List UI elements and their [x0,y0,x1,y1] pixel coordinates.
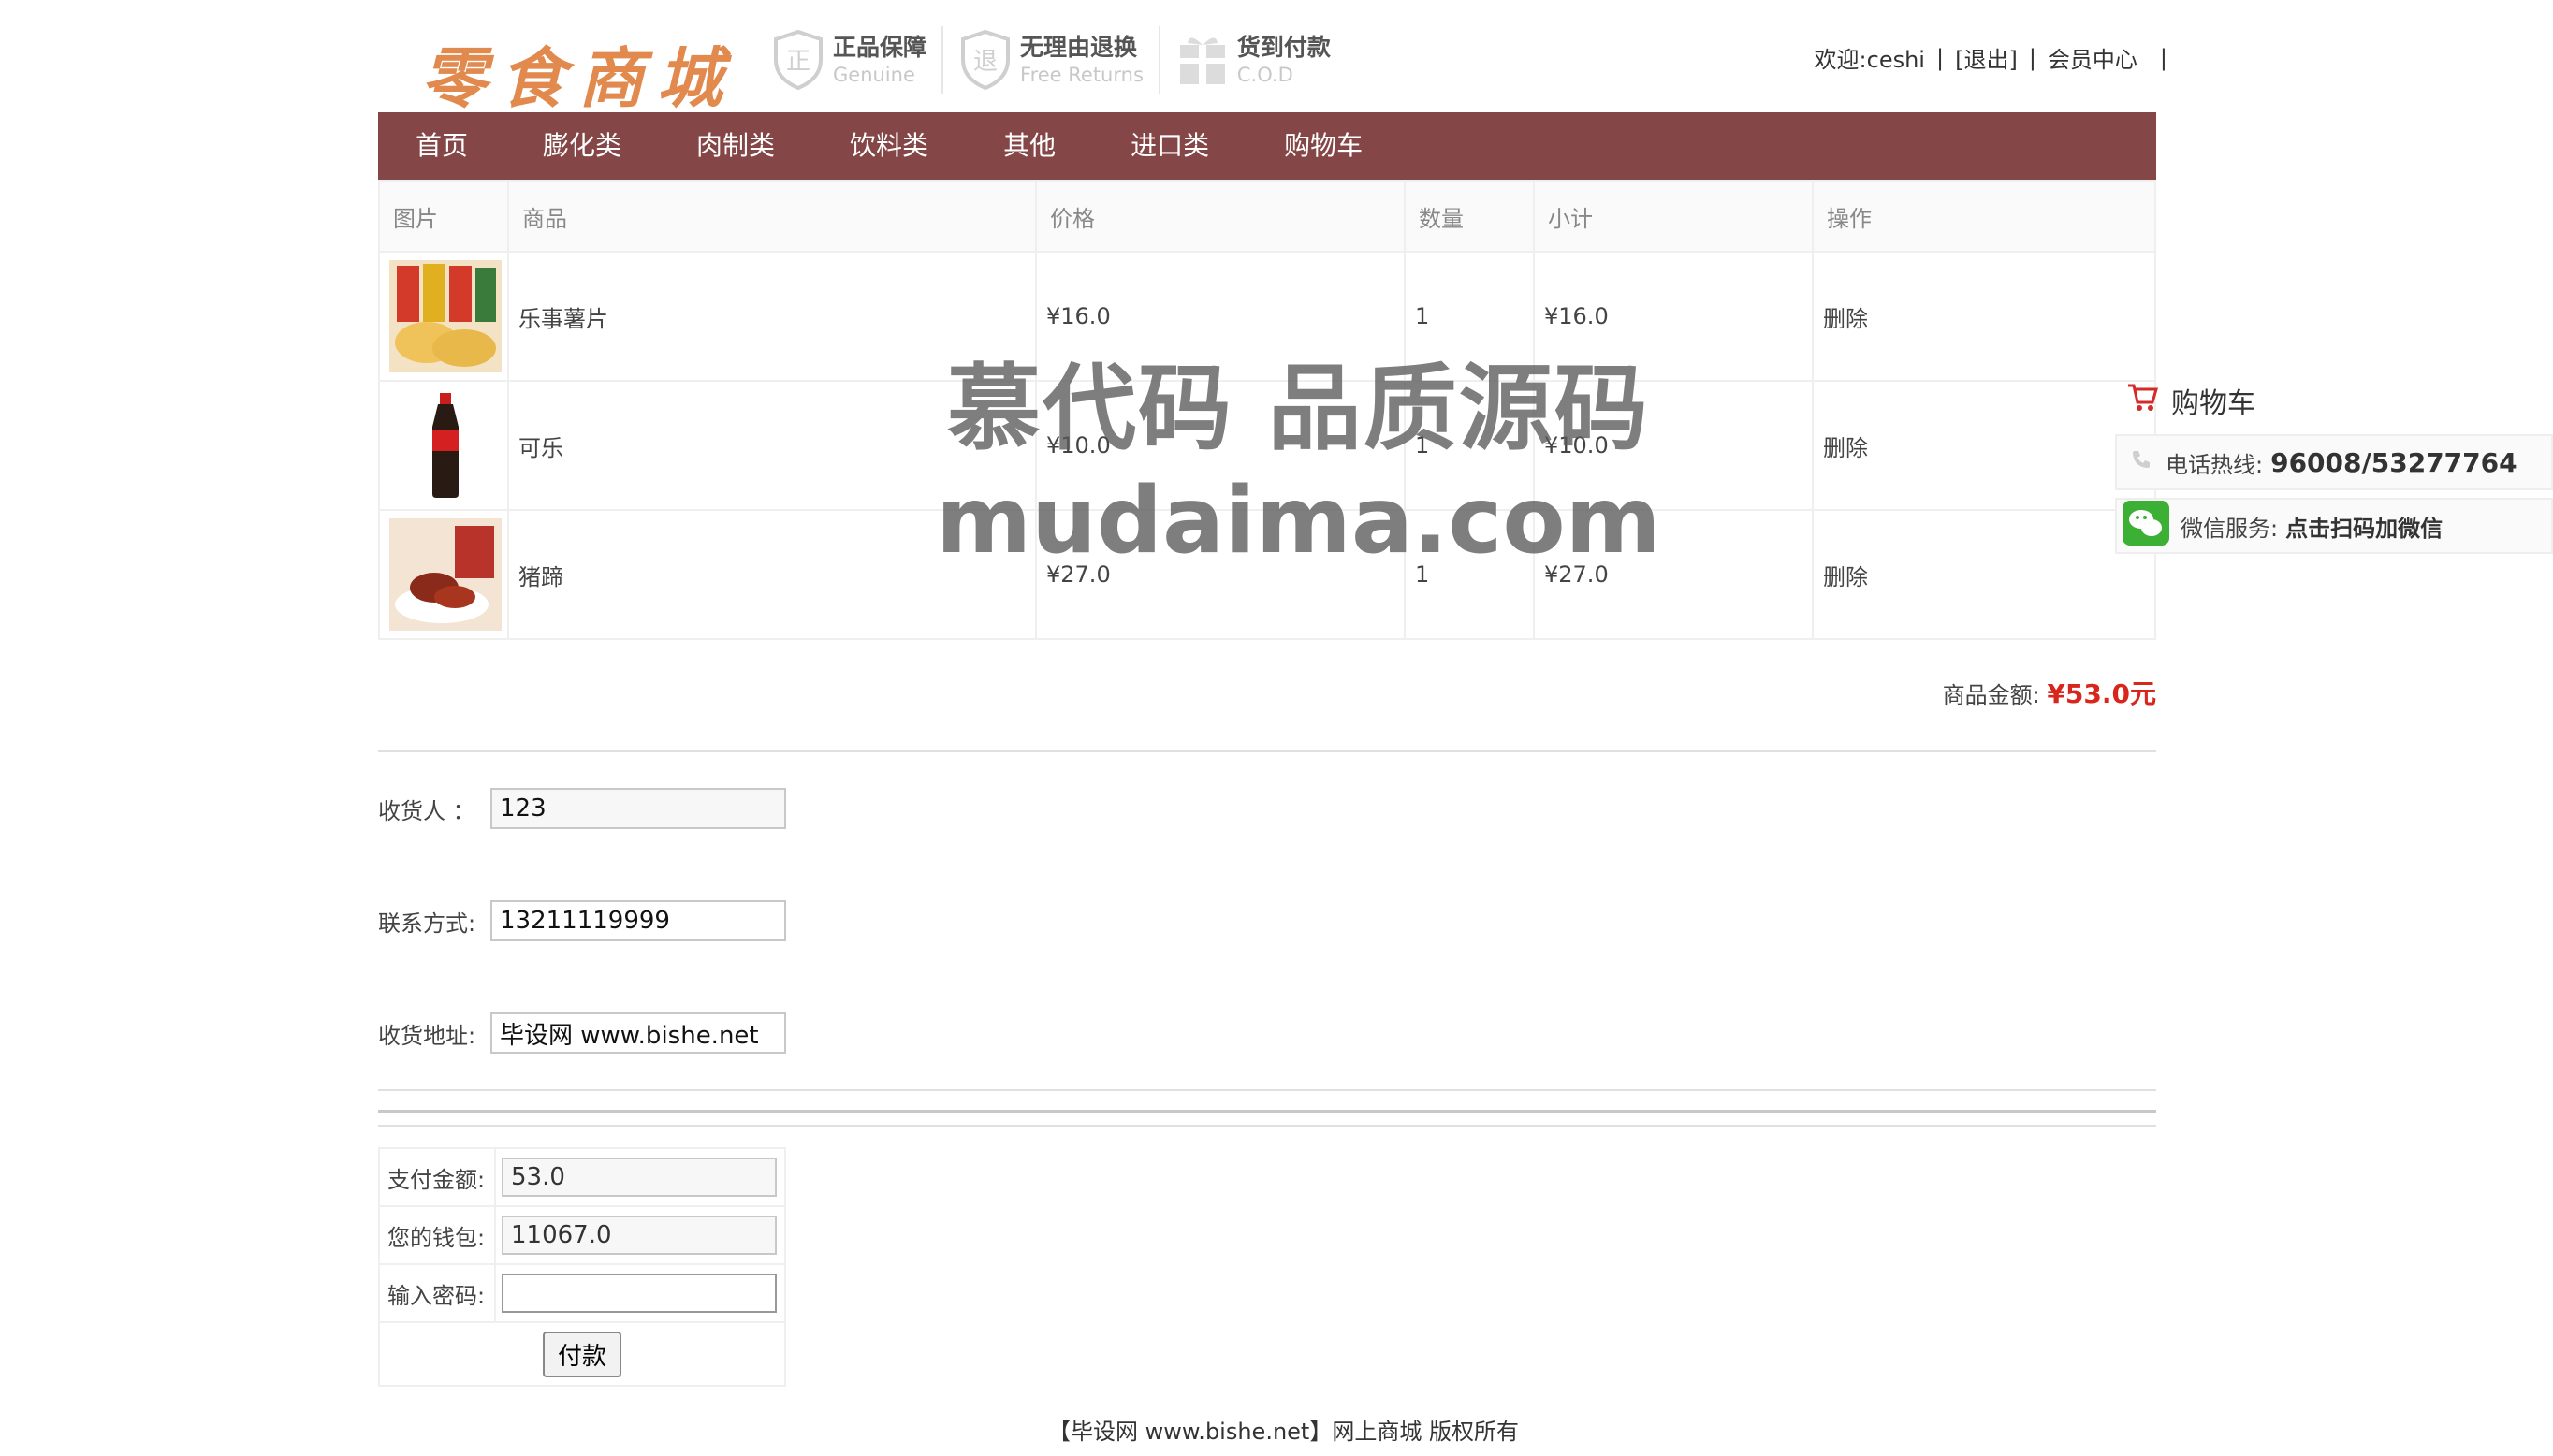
payment-panel: 支付金额: 您的钱包: 输入密码: 付款 [378,1147,786,1387]
pay-amount-row: 支付金额: [380,1149,784,1207]
total-amount: ¥53.0元 [2047,678,2156,709]
total-label: 商品金额: [1942,682,2040,708]
contact-row: 联系方式: [378,900,786,941]
wallet-input[interactable] [502,1216,777,1255]
divider [378,1089,2156,1091]
receiver-row: 收货人 ： [378,788,786,829]
hotline-number: 96008/53277764 [2270,446,2517,478]
wechat-icon [2123,501,2169,551]
password-label: 输入密码: [380,1265,496,1321]
wechat-row[interactable]: 微信服务: 点击扫码加微信 [2115,498,2553,554]
cart-total: 商品金额: ¥53.0元 [1943,674,2156,711]
cart-icon [2126,382,2158,419]
divider [378,750,2156,752]
pay-amount-input[interactable] [502,1158,777,1197]
hotline-label: 电话热线: [2166,451,2264,478]
footer-copyright: 【毕设网 www.bishe.net】网上商城 版权所有 [1048,1419,1519,1445]
phone-icon [2130,448,2152,476]
receiver-input[interactable] [490,788,786,829]
pay-button-row: 付款 [380,1323,784,1385]
separator: | [2159,44,2167,71]
pay-amount-label: 支付金额: [380,1149,496,1205]
password-row: 输入密码: [380,1265,784,1323]
divider [378,1110,2156,1113]
receiver-label: 收货人 ： [378,797,475,824]
hotline-row: 电话热线: 96008/53277764 [2115,434,2553,490]
checkout-area: 商品金额: ¥53.0元 收货人 ： 联系方式: 收货地址: 支付金额: 您的钱… [378,0,2156,1456]
side-cart-label: 购物车 [2171,387,2255,420]
address-input[interactable] [490,1012,786,1054]
address-label: 收货地址: [378,1022,476,1049]
wechat-action[interactable]: 点击扫码加微信 [2285,510,2443,543]
wechat-label: 微信服务: [2181,515,2279,542]
pay-button[interactable]: 付款 [542,1331,621,1377]
divider [378,1125,2156,1127]
wallet-row: 您的钱包: [380,1207,784,1265]
contact-input[interactable] [490,900,786,941]
side-panel: 购物车 电话热线: 96008/53277764 微信服务: 点击扫码加微信 [2115,374,2553,554]
address-row: 收货地址: [378,1012,786,1054]
contact-label: 联系方式: [378,910,476,937]
password-input[interactable] [502,1274,777,1313]
side-cart-link[interactable]: 购物车 [2115,374,2553,427]
wallet-label: 您的钱包: [380,1207,496,1263]
